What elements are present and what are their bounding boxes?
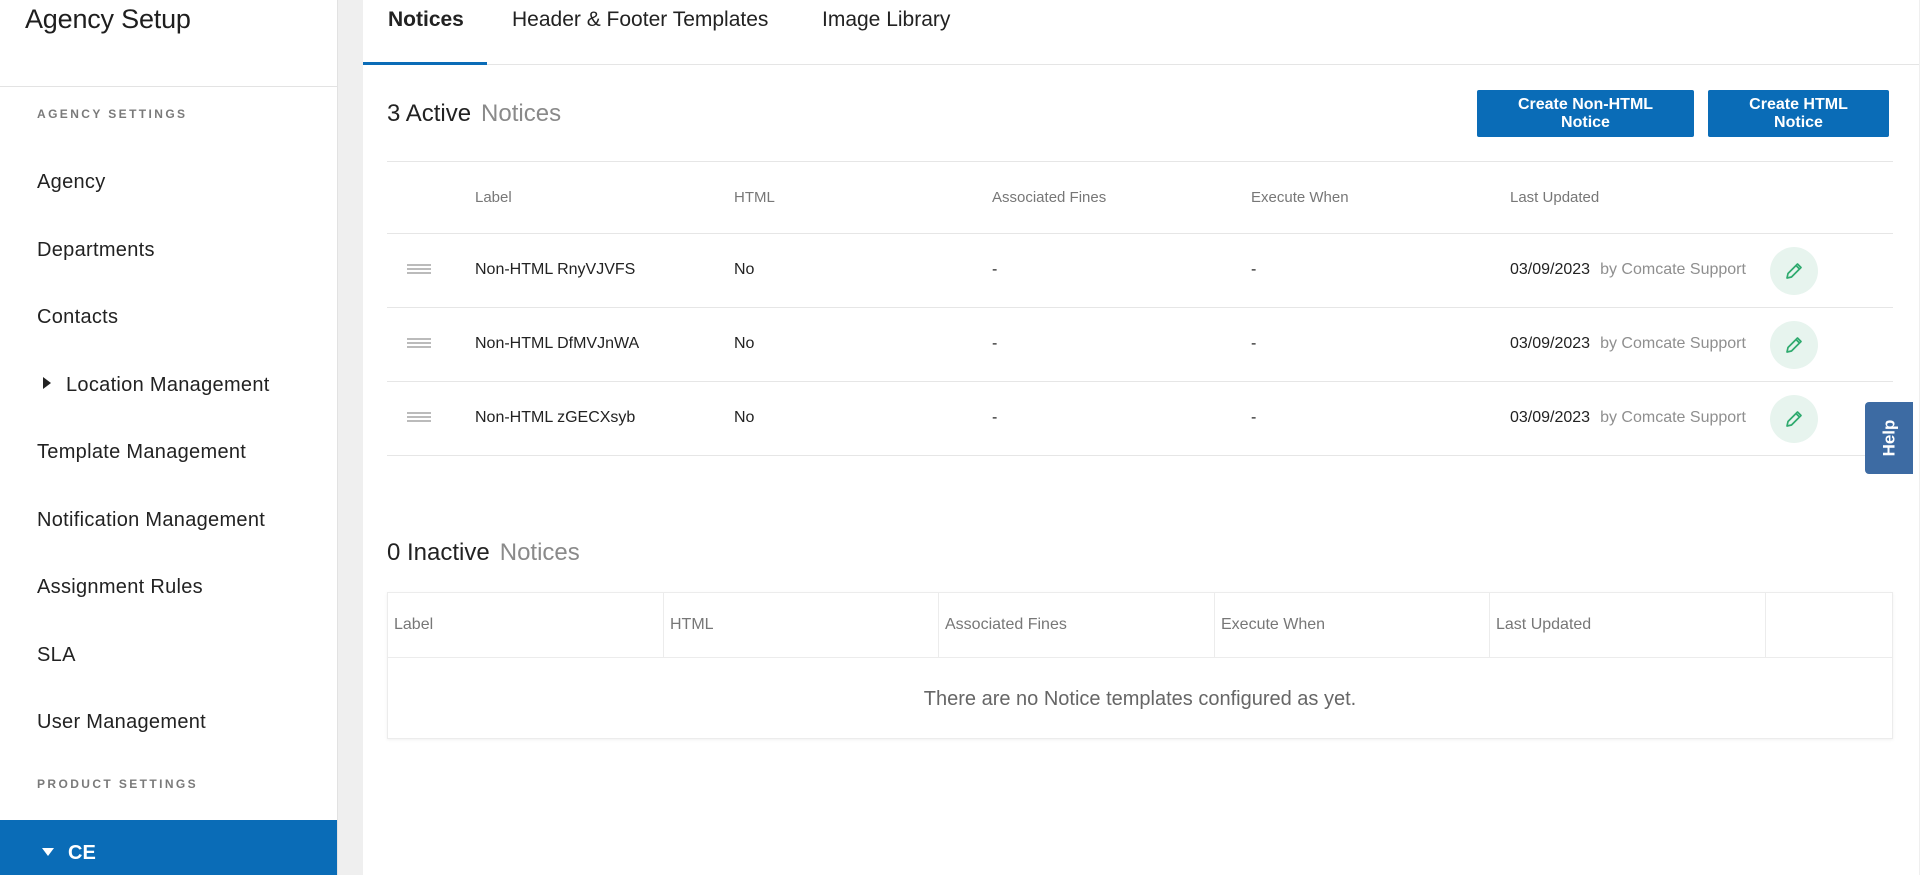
row-updated-by: by Comcate Support [1600, 409, 1746, 426]
sidebar-item-location-management[interactable]: Location Management [43, 374, 270, 397]
pencil-icon [1786, 411, 1802, 427]
drag-handle-icon[interactable] [407, 412, 431, 422]
sidebar-item-sla[interactable]: SLA [37, 644, 76, 667]
main-panel: Notices Header & Footer Templates Image … [363, 0, 1919, 875]
row-updated-by: by Comcate Support [1600, 261, 1746, 278]
sidebar-divider [0, 86, 337, 87]
sidebar-title: Agency Setup [25, 4, 191, 34]
sidebar-item-label: Location Management [66, 374, 270, 396]
edit-button[interactable] [1770, 321, 1818, 369]
tab-notices[interactable]: Notices [388, 8, 464, 32]
table-row[interactable]: Non-HTML DfMVJnWA No - - 03/09/2023 by Co… [387, 308, 1893, 382]
help-button[interactable]: Help [1865, 402, 1913, 474]
row-last-updated: 03/09/2023 by Comcate Support [1510, 409, 1746, 427]
sidebar-item-contacts[interactable]: Contacts [37, 306, 118, 329]
create-non-html-notice-button[interactable]: Create Non-HTML Notice [1477, 90, 1694, 137]
column-header-label: Label [388, 593, 664, 658]
edit-button[interactable] [1770, 395, 1818, 443]
row-date: 03/09/2023 [1510, 335, 1591, 352]
row-execute-when: - [1251, 409, 1257, 426]
column-header-associated-fines: Associated Fines [939, 593, 1215, 658]
sidebar: Agency Setup AGENCY SETTINGS Agency Depa… [0, 0, 338, 875]
pencil-icon [1786, 337, 1802, 353]
column-header-label: Label [475, 189, 512, 206]
sidebar-item-ce[interactable]: CE [0, 820, 337, 875]
column-header-execute-when: Execute When [1251, 189, 1349, 206]
agency-settings-label: AGENCY SETTINGS [37, 107, 188, 121]
tab-bar: Notices Header & Footer Templates Image … [363, 0, 1919, 65]
row-label: Non-HTML DfMVJnWA [475, 335, 640, 352]
active-count: 3 Active [387, 100, 472, 127]
help-label: Help [1879, 419, 1898, 457]
row-html: No [734, 261, 755, 278]
row-label: Non-HTML RnyVJVFS [475, 261, 636, 278]
drag-handle-icon[interactable] [407, 338, 431, 348]
table-row[interactable]: Non-HTML zGECXsyb No - - 03/09/2023 by Co… [387, 382, 1893, 456]
sidebar-item-notification-management[interactable]: Notification Management [37, 509, 265, 532]
inactive-table-header: Label HTML Associated Fines Execute When… [388, 593, 1892, 658]
drag-handle-icon[interactable] [407, 264, 431, 274]
row-date: 03/09/2023 [1510, 409, 1591, 426]
table-row[interactable]: Non-HTML RnyVJVFS No - - 03/09/2023 by Co… [387, 234, 1893, 308]
inactive-count: 0 Inactive [387, 539, 490, 566]
row-fines: - [992, 335, 998, 352]
row-fines: - [992, 261, 998, 278]
column-header-last-updated: Last Updated [1510, 189, 1600, 206]
row-execute-when: - [1251, 261, 1257, 278]
sidebar-item-departments[interactable]: Departments [37, 239, 155, 262]
edit-button[interactable] [1770, 247, 1818, 295]
active-tab-indicator [363, 62, 487, 65]
column-header-html: HTML [664, 593, 939, 658]
inactive-notices-heading: 0 Inactive Notices [387, 539, 580, 567]
inactive-sub-label: Notices [499, 539, 580, 566]
column-header-execute-when: Execute When [1215, 593, 1490, 658]
column-header-html: HTML [734, 189, 775, 206]
product-settings-label: PRODUCT SETTINGS [37, 777, 199, 791]
sidebar-item-assignment-rules[interactable]: Assignment Rules [37, 576, 203, 599]
row-date: 03/09/2023 [1510, 261, 1591, 278]
column-header-associated-fines: Associated Fines [992, 189, 1107, 206]
row-last-updated: 03/09/2023 by Comcate Support [1510, 261, 1746, 279]
pencil-icon [1786, 263, 1802, 279]
active-sub-label: Notices [481, 100, 562, 127]
row-html: No [734, 409, 755, 426]
row-execute-when: - [1251, 335, 1257, 352]
row-html: No [734, 335, 755, 352]
inactive-table: Label HTML Associated Fines Execute When… [387, 592, 1893, 739]
tab-image-library[interactable]: Image Library [822, 8, 950, 32]
caret-right-icon [43, 377, 51, 389]
sidebar-item-user-management[interactable]: User Management [37, 711, 206, 734]
row-fines: - [992, 409, 998, 426]
row-updated-by: by Comcate Support [1600, 335, 1746, 352]
active-table-header: Label HTML Associated Fines Execute When… [387, 161, 1893, 234]
empty-state-message: There are no Notice templates configured… [923, 688, 1357, 710]
row-label: Non-HTML zGECXsyb [475, 409, 636, 426]
create-html-notice-button[interactable]: Create HTML Notice [1708, 90, 1889, 137]
sidebar-item-template-management[interactable]: Template Management [37, 441, 246, 464]
caret-down-icon [42, 848, 54, 856]
tab-header-footer-templates[interactable]: Header & Footer Templates [512, 8, 768, 32]
sidebar-item-label: CE [68, 842, 96, 864]
active-notices-heading: 3 Active Notices [387, 100, 561, 128]
row-last-updated: 03/09/2023 by Comcate Support [1510, 335, 1746, 353]
sidebar-item-agency[interactable]: Agency [37, 171, 106, 194]
column-header-last-updated: Last Updated [1490, 593, 1766, 658]
